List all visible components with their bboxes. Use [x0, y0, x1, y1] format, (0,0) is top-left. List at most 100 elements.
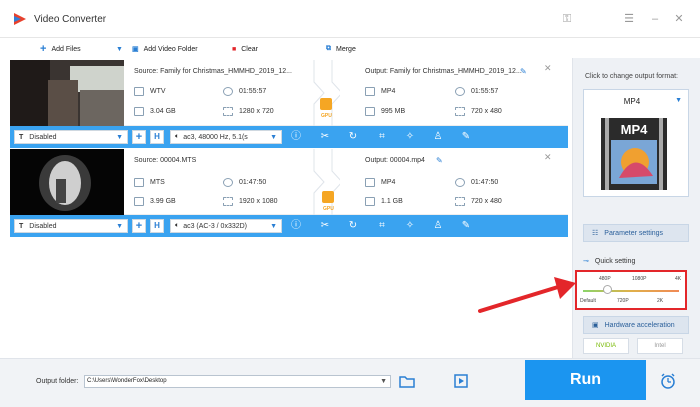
file-size-icon	[365, 107, 375, 116]
source-duration: 01:47:50	[223, 178, 266, 187]
resolution-icon	[455, 107, 465, 116]
minimize-icon[interactable]: –	[648, 12, 662, 26]
output-format-value: MP4	[381, 88, 396, 95]
file-size-icon	[134, 197, 144, 206]
resolution-icon	[223, 107, 233, 116]
subtitle-settings-button[interactable]: H	[150, 130, 164, 144]
quick-tick-2k: 2K	[657, 298, 664, 304]
app-logo-icon	[14, 13, 26, 25]
add-files-label: Add Files	[51, 45, 81, 53]
nvidia-toggle[interactable]: NVIDIA	[583, 338, 629, 354]
browse-folder-icon[interactable]	[399, 374, 415, 388]
intel-toggle[interactable]: Intel	[637, 338, 683, 354]
audio-track-select[interactable]: 🔈︎ ac3, 48000 Hz, 5.1(s ▼	[170, 130, 282, 144]
file-row[interactable]: Source: 00004.MTS MTS 01:47:50 3.99 GB 1…	[10, 149, 568, 215]
add-files-dropdown[interactable]: ▼	[116, 42, 123, 56]
video-format-icon	[134, 178, 144, 187]
trim-icon[interactable]: ✂	[319, 131, 331, 143]
clock-icon	[455, 87, 465, 96]
clock-icon	[223, 87, 233, 96]
output-settings-panel: Click to change output format: MP4 ▼ MP4…	[572, 58, 700, 358]
chevron-down-icon[interactable]: ▼	[380, 376, 387, 387]
annotation-arrow-icon	[478, 277, 576, 313]
source-duration: 01:55:57	[223, 87, 266, 96]
video-thumbnail[interactable]	[10, 149, 124, 215]
clear-label: Clear	[241, 45, 258, 53]
source-format-value: WTV	[150, 88, 166, 95]
effects-icon[interactable]: ✧	[404, 220, 416, 232]
source-resolution: 1920 x 1080	[223, 197, 278, 206]
source-resolution-value: 1920 x 1080	[239, 198, 278, 205]
output-duration: 01:55:57	[455, 87, 498, 96]
parameter-settings-label: Parameter settings	[604, 229, 664, 237]
change-format-label: Click to change output format:	[585, 73, 678, 80]
edit-subtitle-icon[interactable]: ✎	[460, 131, 472, 143]
folder-add-icon: ▣	[132, 46, 139, 53]
crop-icon[interactable]: ⌗	[376, 220, 388, 232]
subtitle-select[interactable]: T Disabled ▼	[14, 219, 128, 233]
gpu-label: GPU	[321, 113, 332, 119]
open-output-folder-icon[interactable]	[453, 374, 469, 388]
subtitle-select[interactable]: T Disabled ▼	[14, 130, 128, 144]
output-format: MP4	[365, 178, 395, 187]
source-format: MTS	[134, 178, 165, 187]
mp4-format-icon: MP4	[601, 118, 667, 190]
info-icon[interactable]: ⓘ	[290, 220, 302, 232]
subtitle-settings-button[interactable]: H	[150, 219, 164, 233]
resolution-icon	[455, 197, 465, 206]
watermark-icon[interactable]: ♙	[432, 131, 444, 143]
clear-button[interactable]: ■ Clear	[232, 42, 258, 56]
rotate-icon[interactable]: ↻	[347, 131, 359, 143]
file-row[interactable]: Source: Family for Christmas_HMMHD_2019_…	[10, 60, 568, 126]
edit-name-pen-icon[interactable]: ✎	[436, 156, 443, 165]
output-resolution-value: 720 x 480	[471, 198, 502, 205]
alarm-clock-icon[interactable]	[660, 373, 676, 389]
trim-icon[interactable]: ✂	[319, 220, 331, 232]
audio-track-select[interactable]: 🔈︎ ac3 (AC-3 / 0x332D) ▼	[170, 219, 282, 233]
source-duration-value: 01:55:57	[239, 88, 267, 95]
output-resolution: 720 x 480	[455, 107, 502, 116]
run-button[interactable]: Run	[525, 360, 646, 400]
merge-button[interactable]: ⧉ Merge	[326, 42, 356, 56]
crop-icon[interactable]: ⌗	[376, 131, 388, 143]
rotate-icon[interactable]: ↻	[347, 220, 359, 232]
quick-slider-thumb[interactable]	[602, 285, 612, 294]
output-duration-value: 01:47:50	[471, 179, 499, 186]
edit-bar: T Disabled ▼ + H 🔈︎ ac3 (AC-3 / 0x332D) …	[10, 215, 568, 237]
add-video-folder-button[interactable]: ▣ Add Video Folder	[132, 42, 198, 56]
video-format-icon	[365, 87, 375, 96]
add-subtitle-button[interactable]: +	[132, 130, 146, 144]
app-window: Video Converter ⚿ ☰ – ✕ + Add Files ▼ ▣ …	[0, 0, 700, 407]
remove-file-icon[interactable]: ✕	[544, 63, 552, 74]
source-size: 3.04 GB	[134, 107, 176, 116]
menu-icon[interactable]: ☰	[622, 12, 636, 26]
output-duration: 01:47:50	[455, 178, 498, 187]
source-resolution-value: 1280 x 720	[239, 108, 274, 115]
quick-slider-track[interactable]	[583, 290, 679, 292]
close-icon[interactable]: ✕	[672, 12, 686, 26]
edit-subtitle-icon[interactable]: ✎	[460, 220, 472, 232]
video-thumbnail[interactable]	[10, 60, 124, 126]
hardware-acceleration-button[interactable]: ▣ Hardware acceleration	[583, 316, 689, 334]
output-format-selector[interactable]: MP4 ▼ MP4	[583, 89, 689, 197]
parameter-settings-button[interactable]: ☷ Parameter settings	[583, 224, 689, 242]
subtitle-value: Disabled	[29, 133, 57, 141]
output-folder-input[interactable]: C:\Users\WonderFox\Desktop ▼	[84, 375, 391, 388]
key-icon[interactable]: ⚿	[560, 12, 574, 26]
info-icon[interactable]: ⓘ	[290, 131, 302, 143]
chevron-down-icon: ▼	[270, 223, 277, 230]
source-duration-value: 01:47:50	[239, 179, 267, 186]
output-duration-value: 01:55:57	[471, 88, 499, 95]
app-title: Video Converter	[34, 14, 107, 25]
add-subtitle-button[interactable]: +	[132, 219, 146, 233]
subtitle-icon: T	[19, 133, 24, 141]
bottom-bar: Output folder: C:\Users\WonderFox\Deskto…	[0, 358, 700, 407]
remove-file-icon[interactable]: ✕	[544, 152, 552, 163]
title-bar: Video Converter ⚿ ☰ – ✕	[0, 0, 700, 38]
add-files-button[interactable]: + Add Files	[40, 42, 81, 56]
quick-setting-slider[interactable]: 480P 1080P 4K Default 720P 2K	[575, 270, 687, 310]
edit-name-pen-icon[interactable]: ✎	[520, 67, 527, 76]
gpu-icon	[322, 191, 334, 203]
effects-icon[interactable]: ✧	[404, 131, 416, 143]
watermark-icon[interactable]: ♙	[432, 220, 444, 232]
